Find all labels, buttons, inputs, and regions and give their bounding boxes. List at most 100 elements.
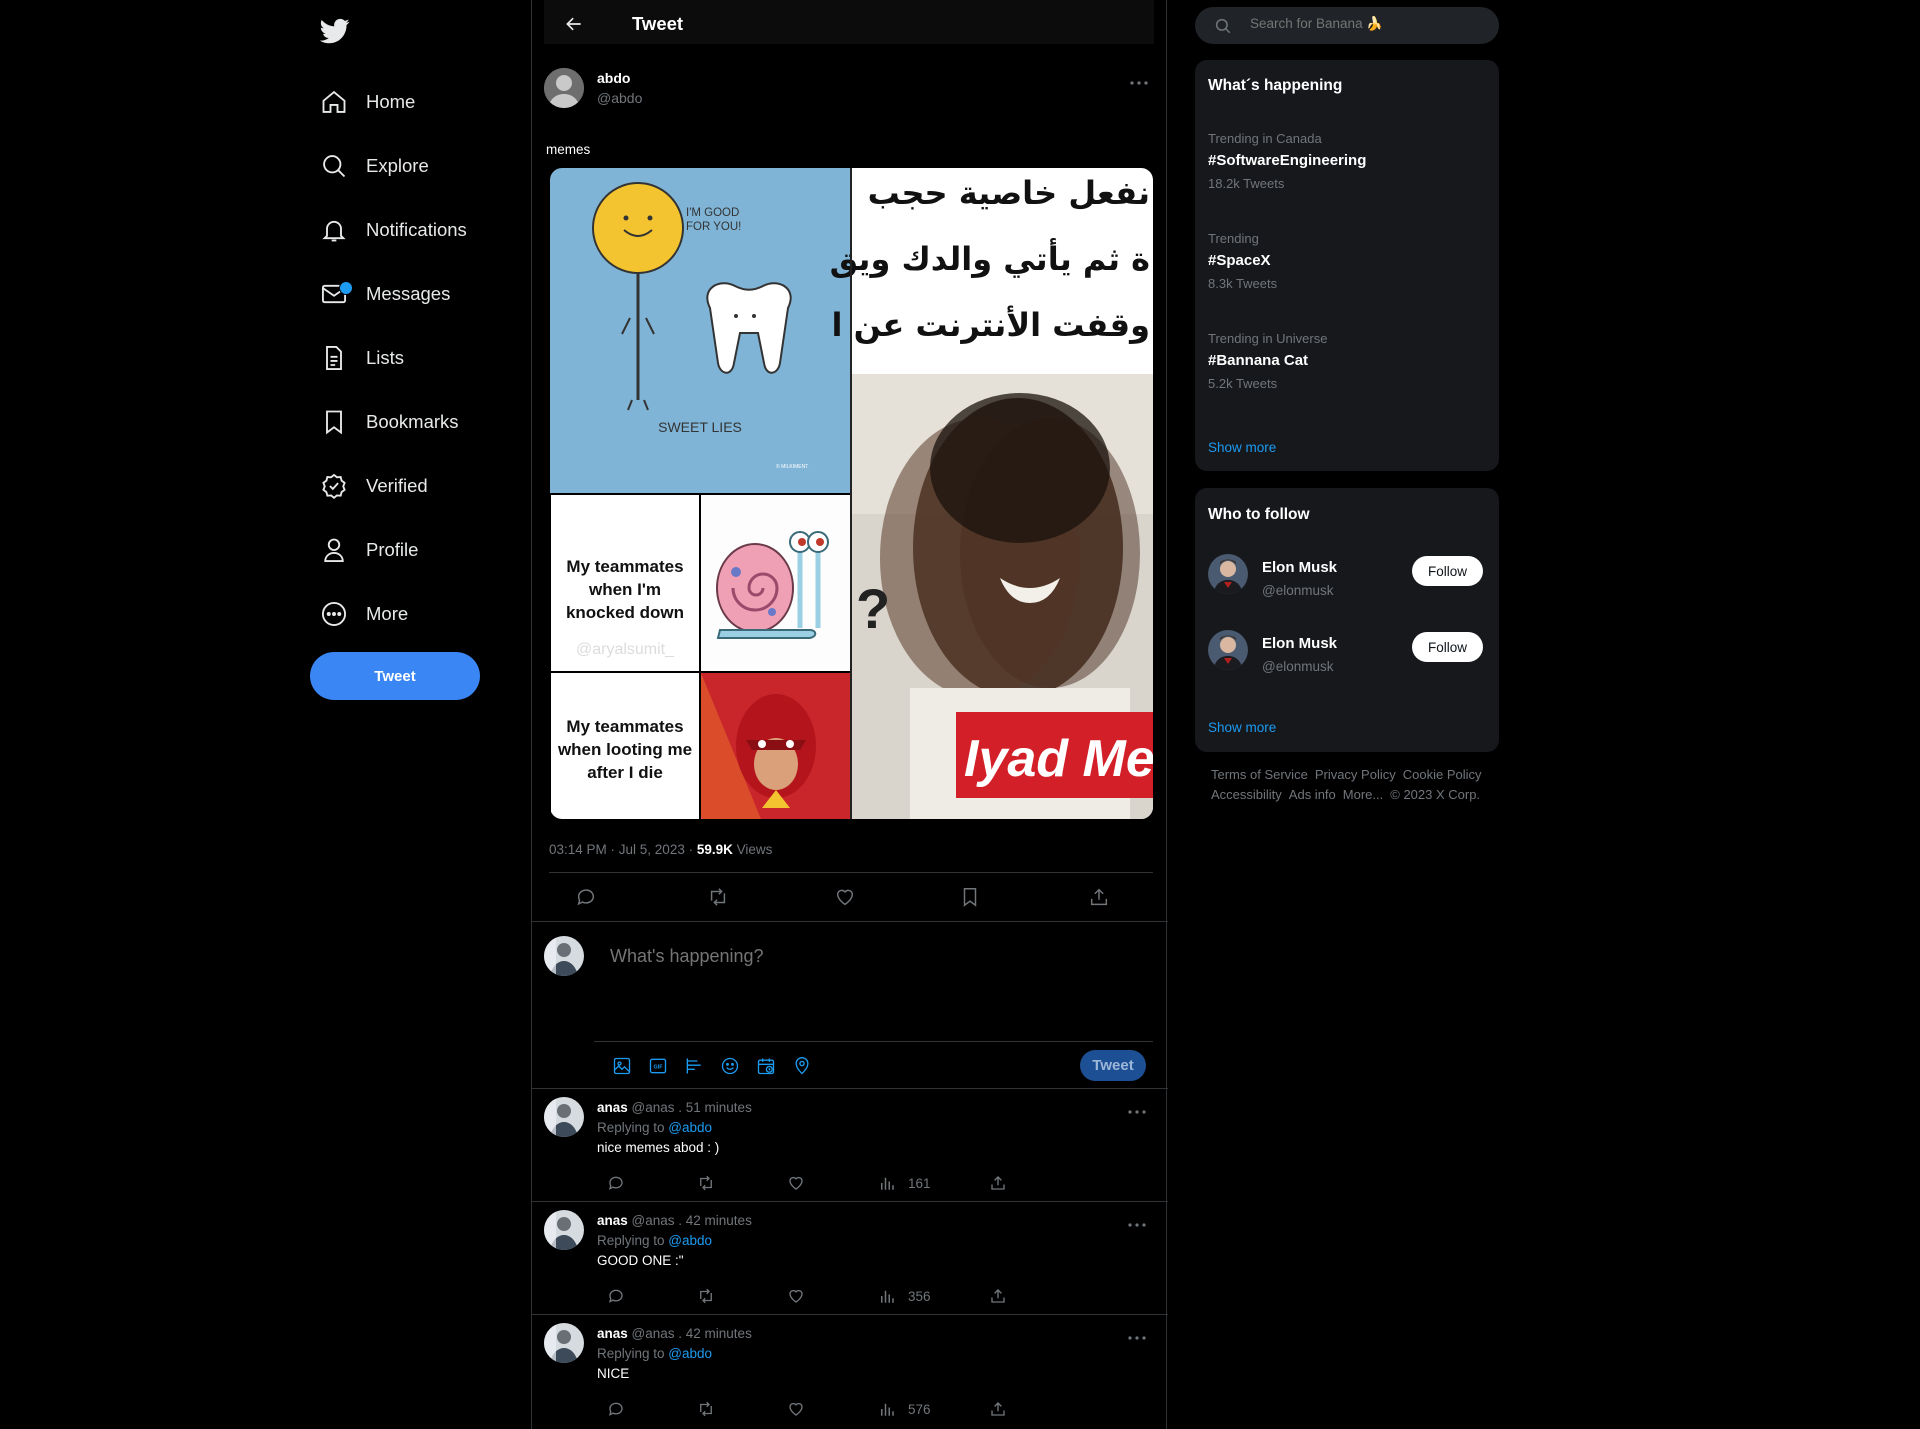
- schedule-icon[interactable]: [756, 1056, 776, 1076]
- like-icon[interactable]: [834, 886, 856, 908]
- analytics-icon[interactable]: [878, 1174, 896, 1192]
- avatar[interactable]: [544, 1097, 584, 1137]
- retweet-icon[interactable]: [697, 1287, 715, 1305]
- like-icon[interactable]: [787, 1287, 805, 1305]
- compose-input[interactable]: [610, 946, 1140, 967]
- nav-item-bookmarks[interactable]: Bookmarks: [320, 402, 459, 442]
- who-to-follow-show-more-link[interactable]: Show more: [1208, 720, 1276, 735]
- nav-item-profile[interactable]: Profile: [320, 530, 418, 570]
- avatar[interactable]: [1208, 554, 1248, 594]
- trend-item[interactable]: Trending #SpaceX 8.3k Tweets: [1208, 231, 1277, 291]
- retweet-icon[interactable]: [697, 1174, 715, 1192]
- reply-item[interactable]: anas @anas . 42 minutes Replying to @abd…: [532, 1314, 1168, 1427]
- trend-count: 8.3k Tweets: [1208, 276, 1278, 291]
- composer-avatar[interactable]: [544, 936, 584, 976]
- more-options-icon[interactable]: [1126, 1107, 1148, 1117]
- nav-item-more[interactable]: More: [320, 594, 408, 634]
- author-avatar[interactable]: [544, 68, 584, 108]
- analytics-icon[interactable]: [878, 1400, 896, 1418]
- search-input[interactable]: [1250, 16, 1480, 31]
- nav-item-messages[interactable]: Messages: [320, 274, 450, 314]
- share-icon[interactable]: [989, 1400, 1007, 1418]
- reply-views: 576: [908, 1402, 931, 1417]
- meme-collage-image: I'M GOOD FOR YOU! SWEET LIES © MILKIMENT…: [550, 168, 1153, 819]
- poll-icon[interactable]: [684, 1056, 704, 1076]
- reply-meta: @anas . 42 minutes: [631, 1326, 752, 1341]
- nav-label-messages: Messages: [366, 283, 451, 304]
- nav-item-notifications[interactable]: Notifications: [320, 210, 467, 250]
- share-icon[interactable]: [989, 1174, 1007, 1192]
- follow-suggestion[interactable]: Elon Musk @elonmusk Follow: [1208, 554, 1488, 600]
- search-bar[interactable]: [1195, 7, 1499, 44]
- like-icon[interactable]: [787, 1174, 805, 1192]
- analytics-icon[interactable]: [878, 1287, 896, 1305]
- mention-link[interactable]: @abdo: [668, 1346, 712, 1361]
- share-icon[interactable]: [1088, 886, 1110, 908]
- author-handle[interactable]: @abdo: [597, 90, 642, 106]
- avatar[interactable]: [1208, 630, 1248, 670]
- reply-item[interactable]: anas @anas . 42 minutes Replying to @abd…: [532, 1201, 1168, 1314]
- nav-item-verified[interactable]: Verified: [320, 466, 428, 506]
- more-options-icon[interactable]: [1128, 78, 1150, 88]
- footer-link[interactable]: Terms of Service: [1211, 767, 1308, 782]
- image-icon[interactable]: [612, 1056, 632, 1076]
- emoji-icon[interactable]: [720, 1056, 740, 1076]
- reply-item[interactable]: anas @anas . 51 minutes Replying to @abd…: [532, 1088, 1168, 1201]
- footer-link[interactable]: More...: [1343, 787, 1383, 802]
- follow-button[interactable]: Follow: [1412, 632, 1483, 662]
- footer-link[interactable]: Cookie Policy: [1403, 767, 1482, 782]
- tweet-media[interactable]: I'M GOOD FOR YOU! SWEET LIES © MILKIMENT…: [550, 168, 1153, 819]
- composer-tweet-button[interactable]: Tweet: [1080, 1050, 1146, 1081]
- follow-button[interactable]: Follow: [1412, 556, 1483, 586]
- more-options-icon[interactable]: [1126, 1333, 1148, 1343]
- author-name[interactable]: abdo: [597, 70, 630, 86]
- nav-item-explore[interactable]: Explore: [320, 146, 429, 186]
- footer-link[interactable]: Privacy Policy: [1315, 767, 1396, 782]
- retweet-icon[interactable]: [707, 886, 729, 908]
- avatar[interactable]: [544, 1323, 584, 1363]
- nav-item-home[interactable]: Home: [320, 82, 415, 122]
- reply-icon[interactable]: [607, 1400, 625, 1418]
- who-to-follow-title: Who to follow: [1208, 506, 1310, 523]
- nav-label-bookmarks: Bookmarks: [366, 411, 459, 432]
- like-icon[interactable]: [787, 1400, 805, 1418]
- reply-author-name[interactable]: anas: [597, 1326, 628, 1341]
- footer-link[interactable]: Ads info: [1289, 787, 1336, 802]
- search-icon: [323, 155, 346, 178]
- reply-header: anas @anas . 51 minutes: [597, 1100, 752, 1115]
- reply-author-name[interactable]: anas: [597, 1213, 628, 1228]
- reply-author-name[interactable]: anas: [597, 1100, 628, 1115]
- suggestion-name[interactable]: Elon Musk: [1262, 635, 1337, 652]
- trend-item[interactable]: Trending in Canada #SoftwareEngineering …: [1208, 131, 1366, 191]
- footer-link[interactable]: Accessibility: [1211, 787, 1282, 802]
- retweet-icon[interactable]: [697, 1400, 715, 1418]
- mention-link[interactable]: @abdo: [668, 1233, 712, 1248]
- bookmark-icon[interactable]: [959, 886, 981, 908]
- suggestion-name[interactable]: Elon Musk: [1262, 559, 1337, 576]
- trends-show-more-link[interactable]: Show more: [1208, 440, 1276, 455]
- meme-text: FOR YOU!: [686, 221, 741, 233]
- follow-suggestion[interactable]: Elon Musk @elonmusk Follow: [1208, 630, 1488, 676]
- twitter-logo-icon[interactable]: [320, 16, 350, 46]
- reply-icon[interactable]: [575, 886, 597, 908]
- meme-text: © MILKIMENT: [776, 463, 808, 470]
- more-options-icon[interactable]: [1126, 1220, 1148, 1230]
- meme-text: when I'm: [588, 580, 661, 599]
- reply-icon[interactable]: [607, 1287, 625, 1305]
- back-arrow-icon[interactable]: [564, 14, 584, 34]
- nav-label-notifications: Notifications: [366, 219, 467, 240]
- gif-icon[interactable]: GIF: [648, 1056, 668, 1076]
- reply-meta: @anas . 42 minutes: [631, 1213, 752, 1228]
- reply-header: anas @anas . 42 minutes: [597, 1213, 752, 1228]
- reply-icon[interactable]: [607, 1174, 625, 1192]
- nav-label-profile: Profile: [366, 539, 419, 560]
- share-icon[interactable]: [989, 1287, 1007, 1305]
- meme-text: knocked down: [566, 603, 684, 622]
- avatar[interactable]: [544, 1210, 584, 1250]
- tweet-button[interactable]: Tweet: [310, 652, 480, 700]
- nav-item-lists[interactable]: Lists: [320, 338, 404, 378]
- location-icon[interactable]: [792, 1056, 812, 1076]
- unread-badge: [339, 281, 353, 295]
- trend-item[interactable]: Trending in Universe #Bannana Cat 5.2k T…: [1208, 331, 1327, 391]
- mention-link[interactable]: @abdo: [668, 1120, 712, 1135]
